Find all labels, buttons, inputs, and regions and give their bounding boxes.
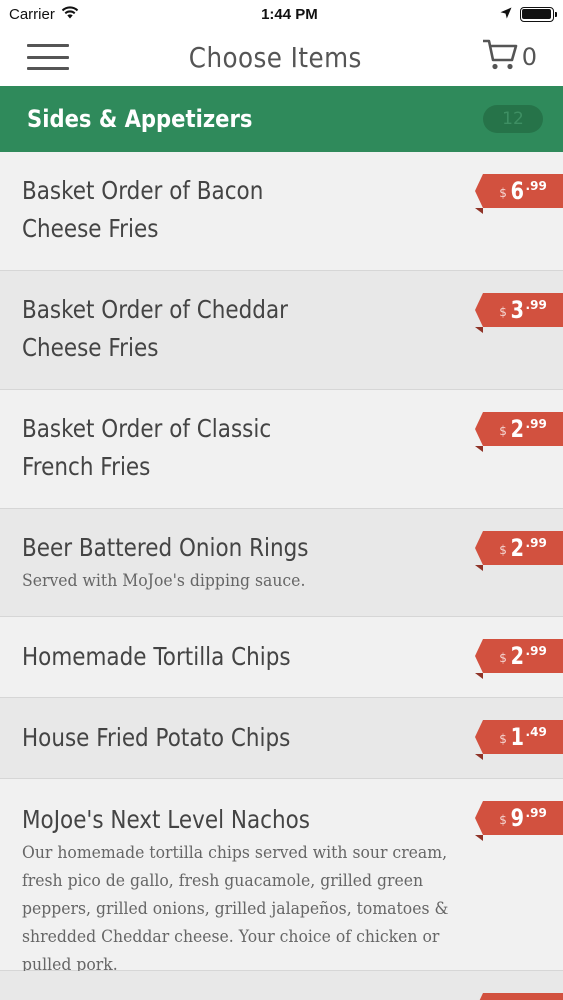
nav-bar: Choose Items 0 (0, 28, 563, 86)
price-cents: .99 (525, 298, 547, 312)
wifi-icon (61, 5, 79, 23)
status-bar: Carrier 1:44 PM (0, 0, 563, 28)
status-time: 1:44 PM (261, 5, 318, 23)
location-arrow-icon (500, 6, 512, 23)
item-name: Basket Order of Cheddar (22, 295, 288, 324)
section-header[interactable]: Sides & Appetizers 12 (0, 86, 563, 152)
item-description: Served with MoJoe's dipping sauce. (22, 571, 306, 591)
price-currency: $ (499, 186, 507, 200)
item-name: Basket Order of Bacon (22, 176, 264, 205)
price-cents: .99 (525, 536, 547, 550)
item-name: MoJoe's Next Level Nachos (22, 805, 310, 834)
item-name-line2: Cheese Fries (22, 214, 159, 243)
menu-item[interactable]: MoJoe's Next Level Nachos Our homemade t… (0, 779, 563, 975)
price-dollars: 6 (510, 177, 524, 205)
menu-item[interactable]: Homemade Tortilla Chips $ 2 .99 (0, 617, 563, 698)
item-name: House Fried Potato Chips (22, 723, 291, 752)
section-count-badge: 12 (483, 105, 543, 133)
price-dollars: 2 (510, 534, 524, 562)
menu-item-list: Basket Order of Bacon Cheese Fries $ 6 .… (0, 152, 563, 1000)
item-name-line2: Cheese Fries (22, 333, 159, 362)
price-tag (475, 993, 563, 1000)
shopping-cart-icon (482, 38, 518, 77)
price-dollars: 1 (510, 723, 524, 751)
price-dollars: 9 (510, 804, 524, 832)
hamburger-menu-icon[interactable] (27, 44, 69, 70)
item-name: Basket Order of Classic (22, 414, 272, 443)
price-currency: $ (499, 732, 507, 746)
menu-item[interactable]: Beer Battered Onion Rings Served with Mo… (0, 509, 563, 617)
price-currency: $ (499, 813, 507, 827)
item-name-line2: French Fries (22, 452, 151, 481)
price-dollars: 3 (510, 296, 524, 324)
menu-item[interactable]: Basket Order of Cheddar Cheese Fries $ 3… (0, 271, 563, 390)
cart-count: 0 (521, 43, 537, 71)
price-cents: .99 (525, 806, 547, 820)
status-right (500, 6, 557, 23)
price-currency: $ (499, 651, 507, 665)
status-left: Carrier (9, 6, 79, 23)
price-cents: .49 (525, 725, 547, 739)
item-name: Beer Battered Onion Rings (22, 533, 309, 562)
price-tag: $ 2 .99 (475, 639, 563, 673)
price-dollars: 2 (510, 642, 524, 670)
menu-item[interactable]: Basket Order of Bacon Cheese Fries $ 6 .… (0, 152, 563, 271)
item-name: Homemade Tortilla Chips (22, 642, 291, 671)
price-currency: $ (499, 305, 507, 319)
price-dollars: 2 (510, 415, 524, 443)
price-tag: $ 9 .99 (475, 801, 563, 835)
price-tag: $ 1 .49 (475, 720, 563, 754)
price-tag: $ 2 .99 (475, 412, 563, 446)
battery-icon (519, 6, 557, 22)
price-currency: $ (499, 424, 507, 438)
menu-item[interactable]: House Fried Potato Chips $ 1 .49 (0, 698, 563, 779)
price-cents: .99 (525, 644, 547, 658)
price-tag: $ 2 .99 (475, 531, 563, 565)
price-tag: $ 6 .99 (475, 174, 563, 208)
item-description: Our homemade tortilla chips served with … (22, 843, 449, 975)
carrier-label: Carrier (9, 5, 55, 23)
price-cents: .99 (525, 179, 547, 193)
menu-item[interactable]: Basket Order of Classic French Fries $ 2… (0, 390, 563, 509)
menu-item-partial[interactable] (0, 971, 563, 1000)
cart-button[interactable]: 0 (482, 38, 537, 77)
price-cents: .99 (525, 417, 547, 431)
page-title: Choose Items (188, 40, 362, 74)
section-title: Sides & Appetizers (27, 105, 253, 133)
price-currency: $ (499, 543, 507, 557)
price-tag: $ 3 .99 (475, 293, 563, 327)
